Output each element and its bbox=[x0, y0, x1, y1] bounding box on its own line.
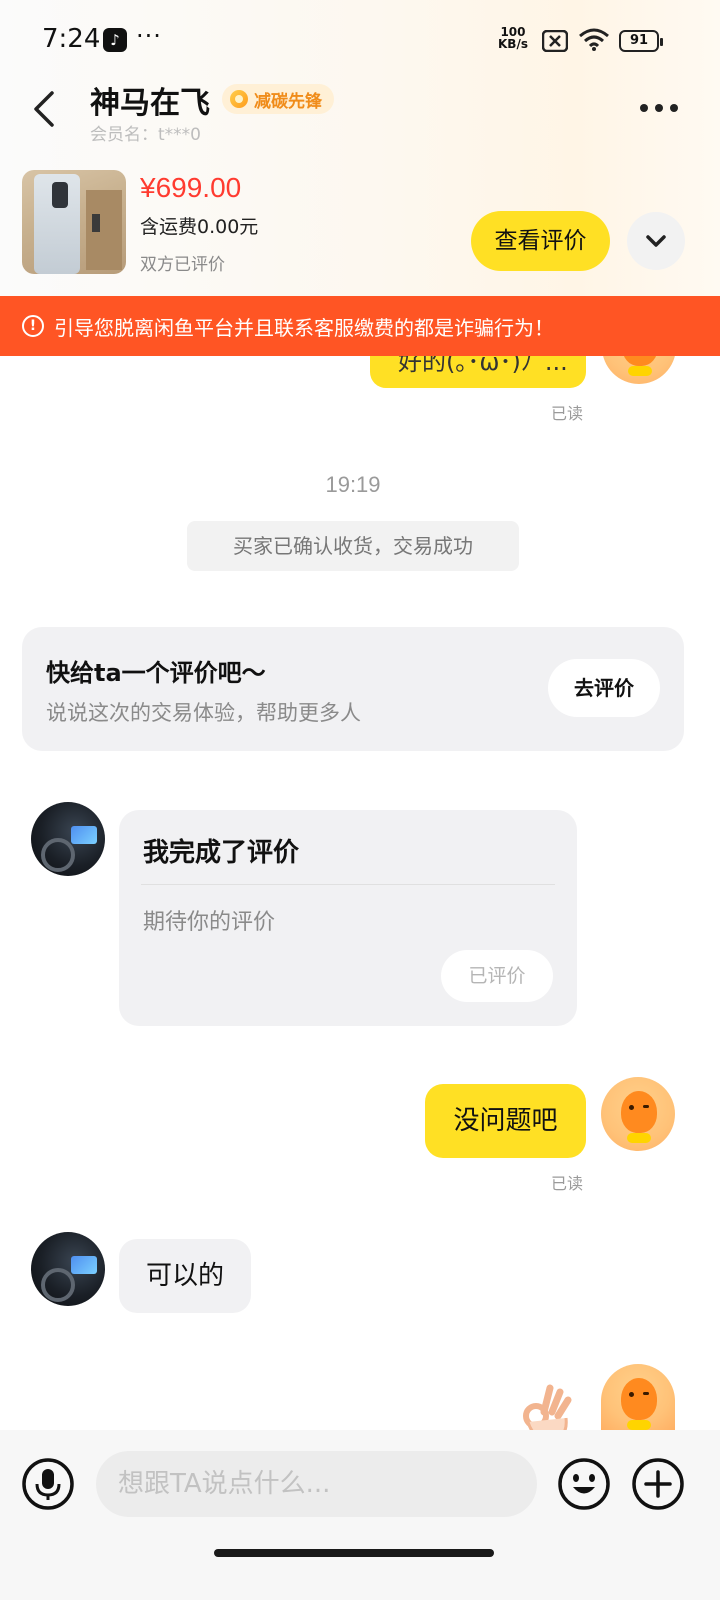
divider bbox=[141, 884, 555, 885]
read-receipt: 已读 bbox=[551, 404, 584, 423]
review-card-body: 期待你的评价 bbox=[143, 910, 276, 935]
view-review-button[interactable]: 查看评价 bbox=[471, 211, 610, 271]
seller-message-bubble[interactable]: 可以的 bbox=[119, 1239, 251, 1313]
my-message-bubble[interactable]: 没问题吧 bbox=[425, 1084, 586, 1158]
status-time: 7:24 bbox=[42, 24, 101, 54]
leaf-badge-icon bbox=[230, 90, 248, 108]
review-card-title: 我完成了评价 bbox=[143, 838, 300, 868]
fraud-warning-banner: ! 引导您脱离闲鱼平台并且联系客服缴费的都是诈骗行为！ bbox=[0, 296, 720, 356]
microphone-icon[interactable] bbox=[22, 1456, 74, 1516]
my-avatar[interactable] bbox=[601, 1077, 675, 1151]
seller-avatar[interactable] bbox=[31, 1232, 105, 1306]
message-input[interactable] bbox=[96, 1451, 537, 1517]
plus-icon[interactable] bbox=[632, 1456, 684, 1516]
back-icon[interactable] bbox=[30, 90, 58, 132]
review-status: 双方已评价 bbox=[140, 255, 225, 275]
go-review-button[interactable]: 去评价 bbox=[548, 659, 660, 717]
message-timestamp: 19:19 bbox=[325, 472, 381, 497]
seller-avatar[interactable] bbox=[31, 802, 105, 876]
wifi-icon bbox=[578, 28, 610, 56]
prompt-subtitle: 说说这次的交易体验，帮助更多人 bbox=[46, 701, 361, 725]
seller-name[interactable]: 神马在飞 bbox=[90, 78, 210, 122]
message-bubble-partial[interactable]: 好的(｡･ω･)ﾉﾞ... bbox=[370, 356, 586, 388]
product-price: ¥699.00 bbox=[140, 172, 242, 203]
review-prompt-card: 快给ta一个评价吧～ 说说这次的交易体验，帮助更多人 去评价 bbox=[22, 627, 684, 751]
alert-icon: ! bbox=[22, 315, 44, 337]
system-message: 买家已确认收货，交易成功 bbox=[187, 521, 519, 571]
no-sim-icon bbox=[541, 29, 569, 56]
network-speed: 100 KB/s bbox=[498, 26, 528, 50]
battery-indicator: 91 bbox=[619, 30, 663, 52]
home-indicator[interactable] bbox=[214, 1549, 494, 1557]
reviewed-button: 已评价 bbox=[441, 950, 553, 1002]
warning-text: 引导您脱离闲鱼平台并且联系客服缴费的都是诈骗行为！ bbox=[54, 315, 554, 340]
message-text: 好的(｡･ω･)ﾉﾞ... bbox=[398, 356, 568, 376]
more-options-icon[interactable] bbox=[640, 104, 678, 112]
network-speed-unit: KB/s bbox=[498, 37, 528, 51]
tiktok-icon: ♪ bbox=[103, 28, 127, 52]
review-complete-card[interactable]: 我完成了评价 期待你的评价 已评价 bbox=[119, 810, 577, 1026]
my-avatar[interactable] bbox=[601, 1364, 675, 1430]
prompt-title: 快给ta一个评价吧～ bbox=[46, 659, 266, 687]
shipping-fee: 含运费0.00元 bbox=[140, 216, 259, 238]
carbon-badge[interactable]: 减碳先锋 bbox=[222, 84, 334, 114]
read-receipt: 已读 bbox=[551, 1174, 584, 1193]
member-name: 会员名：t***0 bbox=[90, 125, 201, 145]
chevron-down-icon[interactable] bbox=[627, 212, 685, 270]
ok-hand-sticker-icon[interactable] bbox=[514, 1382, 578, 1430]
status-more-dots: ··· bbox=[136, 22, 162, 50]
emoji-icon[interactable] bbox=[558, 1456, 610, 1516]
badge-label: 减碳先锋 bbox=[254, 91, 322, 112]
product-thumbnail[interactable] bbox=[22, 170, 126, 274]
